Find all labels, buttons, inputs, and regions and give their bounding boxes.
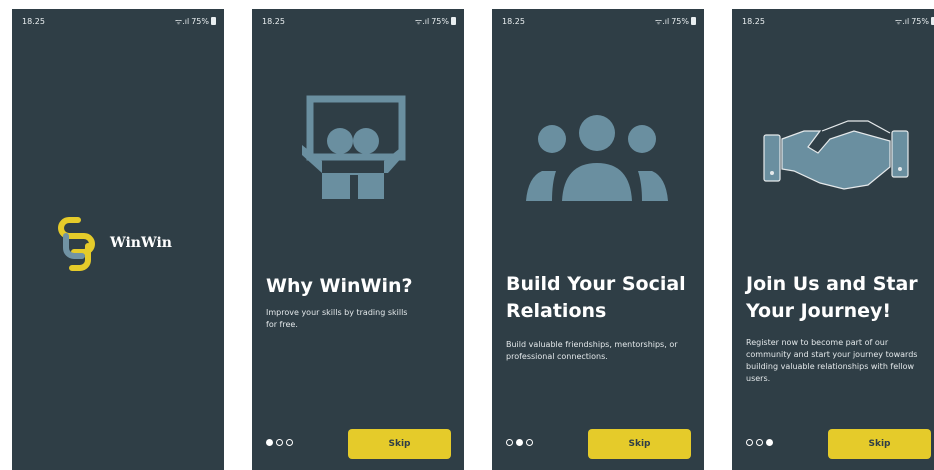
slide-title: Build Your Social Relations (506, 273, 686, 322)
status-bar: 18.25 ᯤ.ıl 75% (22, 15, 216, 27)
battery-percent: 75% (191, 16, 209, 26)
status-bar: 18.25 ᯤ.ıl 75% (262, 15, 456, 27)
app-logo: WinWin (54, 214, 172, 272)
page-dot-3[interactable] (286, 439, 293, 446)
brand-name: WinWin (110, 235, 172, 251)
page-dot-1[interactable] (506, 439, 513, 446)
signal-icon: ᯤ.ıl (174, 16, 190, 26)
slide-description: Register now to become part of our commu… (746, 338, 918, 383)
battery-icon (691, 17, 696, 25)
splash-screen: 18.25 ᯤ.ıl 75% WinWin (12, 9, 224, 470)
battery-percent: 75% (431, 16, 449, 26)
onboarding-screen-1: 18.25 ᯤ.ıl 75% Why WinWin? Improve your … (252, 9, 464, 470)
signal-icon: ᯤ.ıl (894, 16, 910, 26)
page-dot-2[interactable] (516, 439, 523, 446)
page-indicator[interactable] (746, 439, 773, 446)
page-indicator[interactable] (506, 439, 533, 446)
battery-icon (451, 17, 456, 25)
presentation-people-icon (302, 95, 406, 199)
status-time: 18.25 (502, 16, 525, 26)
onboarding-screen-2: 18.25 ᯤ.ıl 75% Build Your Social Relatio… (492, 9, 704, 470)
signal-icon: ᯤ.ıl (654, 16, 670, 26)
handshake-icon (763, 120, 909, 190)
slide-description: Build valuable friendships, mentorships,… (506, 340, 678, 361)
skip-button[interactable]: Skip (348, 429, 451, 459)
page-dot-1[interactable] (746, 439, 753, 446)
battery-percent: 75% (671, 16, 689, 26)
slide-title: Why WinWin? (266, 275, 413, 297)
status-bar: 18.25 ᯤ.ıl 75% (502, 15, 696, 27)
slide-title: Join Us and Star Your Journey! (746, 273, 918, 322)
page-dot-2[interactable] (756, 439, 763, 446)
group-of-people-icon (526, 115, 668, 201)
winwin-logo-icon (58, 217, 95, 271)
signal-icon: ᯤ.ıl (414, 16, 430, 26)
battery-percent: 75% (911, 16, 929, 26)
skip-button[interactable]: Skip (828, 429, 931, 459)
page-indicator[interactable] (266, 439, 293, 446)
status-time: 18.25 (262, 16, 285, 26)
onboarding-screen-3: 18.25 ᯤ.ıl 75% Join Us and Star Your Jou… (732, 9, 934, 470)
slide-description: Improve your skills by trading skills fo… (266, 308, 408, 329)
status-time: 18.25 (22, 16, 45, 26)
skip-button[interactable]: Skip (588, 429, 691, 459)
status-time: 18.25 (742, 16, 765, 26)
page-dot-3[interactable] (766, 439, 773, 446)
battery-icon (211, 17, 216, 25)
page-dot-2[interactable] (276, 439, 283, 446)
page-dot-1[interactable] (266, 439, 273, 446)
page-dot-3[interactable] (526, 439, 533, 446)
status-bar: 18.25 ᯤ.ıl 75% (742, 15, 934, 27)
